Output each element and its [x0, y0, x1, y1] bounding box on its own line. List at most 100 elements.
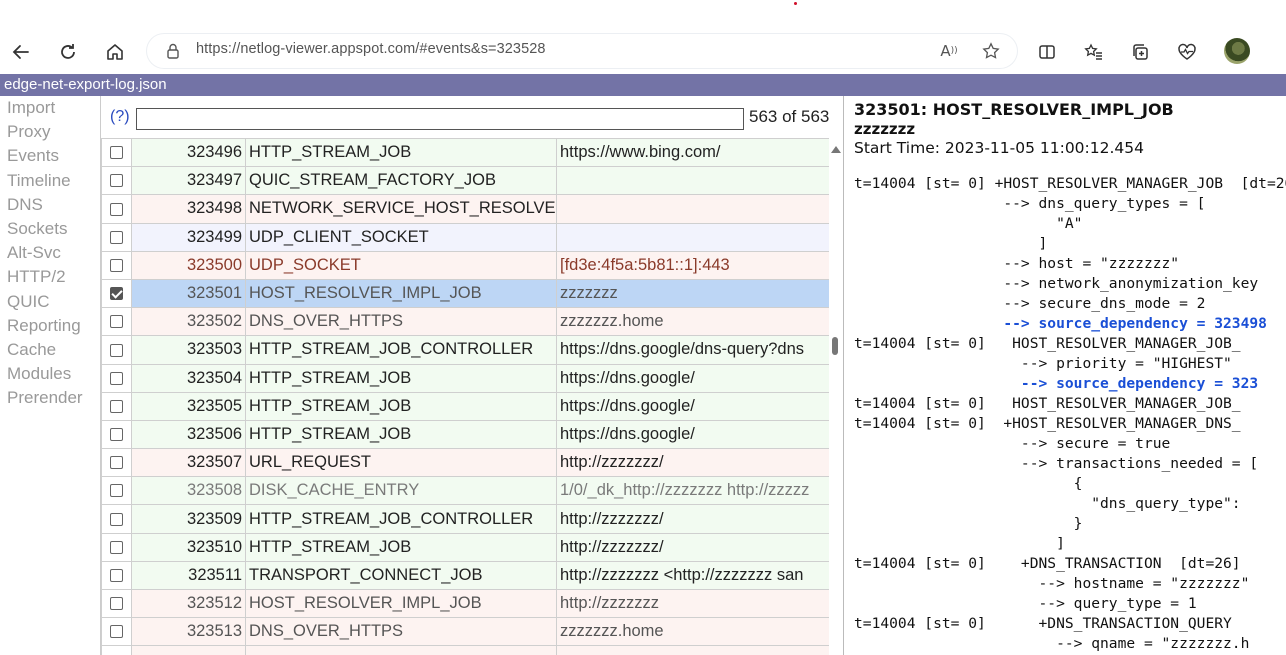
event-id: 323509 — [131, 504, 246, 534]
event-row[interactable]: 323505 HTTP_STREAM_JOB https://dns.google/ — [101, 391, 830, 421]
row-checkbox[interactable] — [110, 371, 123, 385]
event-row[interactable]: 323503 HTTP_STREAM_JOB_CONTROLLER https://… — [101, 335, 830, 365]
split-screen-icon[interactable] — [1031, 36, 1063, 68]
event-type: HTTP_STREAM_JOB_CONTROLLER — [245, 504, 557, 534]
performance-heart-icon[interactable] — [1171, 36, 1203, 68]
row-checkbox[interactable] — [110, 569, 123, 583]
row-checkbox[interactable] — [110, 428, 123, 442]
row-checkbox-cell — [101, 504, 132, 534]
events-list-pane: (?) 563 of 563 323496 HTTP_STREAM_JOB http… — [100, 96, 844, 655]
home-icon[interactable] — [99, 36, 131, 68]
event-row[interactable]: 323510 HTTP_STREAM_JOB http://zzzzzzz/ — [101, 532, 830, 562]
event-description: zzzzzzz — [556, 278, 830, 309]
row-checkbox[interactable] — [110, 315, 123, 329]
details-title: 323501: HOST_RESOLVER_IMPL_JOB — [854, 100, 1174, 119]
event-id: 323499 — [131, 222, 246, 252]
row-checkbox[interactable] — [110, 230, 123, 244]
log-source-link[interactable]: --> source_dependency = 323 — [854, 375, 1258, 392]
log-source-link[interactable]: --> source_dependency = 323498 — [854, 315, 1267, 332]
nav-dns[interactable]: DNS — [0, 193, 100, 217]
event-type — [245, 645, 557, 655]
event-id: 323496 — [131, 137, 246, 168]
event-id: 323500 — [131, 250, 246, 280]
event-id: 323498 — [131, 194, 246, 224]
event-row[interactable]: 323500 UDP_SOCKET [fd3e:4f5a:5b81::1]:443 — [101, 250, 830, 280]
nav-cache[interactable]: Cache — [0, 338, 100, 362]
tab-nav: Import Proxy Events Timeline DNS Sockets… — [0, 96, 100, 655]
row-checkbox-cell — [101, 194, 132, 224]
row-checkbox-cell — [101, 391, 132, 421]
event-id — [131, 645, 246, 655]
lock-icon[interactable] — [164, 42, 182, 60]
row-checkbox-cell — [101, 560, 132, 591]
event-type: DISK_CACHE_ENTRY — [245, 476, 557, 506]
nav-events[interactable]: Events — [0, 144, 100, 168]
scroll-thumb[interactable] — [832, 337, 838, 355]
nav-alt-svc[interactable]: Alt-Svc — [0, 241, 100, 265]
nav-modules[interactable]: Modules — [0, 362, 100, 386]
events-scrollbar[interactable] — [829, 138, 843, 655]
nav-proxy[interactable]: Proxy — [0, 120, 100, 144]
nav-quic[interactable]: QUIC — [0, 290, 100, 314]
row-checkbox[interactable] — [110, 512, 123, 526]
favorites-icon[interactable] — [1078, 36, 1110, 68]
event-row[interactable]: 323513 DNS_OVER_HTTPS zzzzzzz.home — [101, 617, 830, 647]
event-row[interactable]: 323502 DNS_OVER_HTTPS zzzzzzz.home — [101, 307, 830, 337]
event-row[interactable]: 323506 HTTP_STREAM_JOB https://dns.google/ — [101, 419, 830, 450]
event-type: HTTP_STREAM_JOB — [245, 391, 557, 421]
event-row[interactable]: 323497 QUIC_STREAM_FACTORY_JOB — [101, 166, 830, 196]
row-checkbox[interactable] — [110, 456, 123, 470]
row-checkbox[interactable] — [110, 597, 123, 611]
row-checkbox-cell — [101, 617, 132, 647]
event-description: https://www.bing.com/ — [556, 137, 830, 168]
event-description: http://zzzzzzz — [556, 588, 830, 619]
refresh-icon[interactable] — [52, 36, 84, 68]
nav-sockets[interactable]: Sockets — [0, 217, 100, 241]
row-checkbox[interactable] — [110, 202, 123, 216]
row-checkbox[interactable] — [110, 484, 123, 498]
event-id: 323503 — [131, 335, 246, 365]
row-checkbox[interactable] — [110, 258, 123, 272]
favorite-star-icon[interactable] — [980, 40, 1002, 62]
event-row[interactable]: 323508 DISK_CACHE_ENTRY 1/0/_dk_http://zzz… — [101, 476, 830, 506]
collections-icon[interactable] — [1124, 36, 1156, 68]
row-checkbox[interactable] — [110, 625, 123, 639]
event-row[interactable]: 323511 TRANSPORT_CONNECT_JOB http://zzzzzz… — [101, 560, 830, 591]
event-id: 323511 — [131, 560, 246, 591]
event-row[interactable]: 323509 HTTP_STREAM_JOB_CONTROLLER http://z… — [101, 504, 830, 534]
row-checkbox[interactable] — [110, 540, 123, 554]
event-row[interactable]: 323498 NETWORK_SERVICE_HOST_RESOLVER — [101, 194, 830, 224]
profile-avatar[interactable] — [1224, 38, 1250, 64]
nav-http2[interactable]: HTTP/2 — [0, 265, 100, 289]
row-checkbox[interactable] — [110, 174, 123, 188]
row-checkbox-cell — [101, 419, 132, 450]
row-checkbox[interactable] — [110, 146, 123, 160]
url-text[interactable]: https://netlog-viewer.appspot.com/#event… — [196, 41, 546, 57]
event-id: 323510 — [131, 532, 246, 562]
event-type: HOST_RESOLVER_IMPL_JOB — [245, 278, 557, 309]
event-row[interactable]: 323499 UDP_CLIENT_SOCKET — [101, 222, 830, 252]
read-aloud-icon[interactable]: A)) — [938, 40, 960, 62]
event-row[interactable] — [101, 645, 830, 655]
event-row[interactable]: 323512 HOST_RESOLVER_IMPL_JOB http://zzzzz… — [101, 588, 830, 619]
row-checkbox-cell — [101, 222, 132, 252]
row-checkbox-cell — [101, 363, 132, 393]
filter-input[interactable] — [136, 108, 744, 130]
event-row[interactable]: 323504 HTTP_STREAM_JOB https://dns.google/ — [101, 363, 830, 393]
address-bar[interactable]: https://netlog-viewer.appspot.com/#event… — [146, 33, 1018, 69]
nav-reporting[interactable]: Reporting — [0, 314, 100, 338]
nav-import[interactable]: Import — [0, 96, 100, 120]
filter-help-link[interactable]: (?) — [110, 108, 130, 126]
event-row[interactable]: 323507 URL_REQUEST http://zzzzzzz/ — [101, 448, 830, 478]
event-row[interactable]: 323496 HTTP_STREAM_JOB https://www.bing.co… — [101, 137, 830, 168]
event-id: 323501 — [131, 278, 246, 309]
row-checkbox[interactable] — [110, 287, 123, 301]
scroll-up-arrow-icon[interactable] — [831, 146, 841, 153]
row-checkbox[interactable] — [110, 343, 123, 357]
nav-prerender[interactable]: Prerender — [0, 386, 100, 410]
event-row[interactable]: 323501 HOST_RESOLVER_IMPL_JOB zzzzzzz — [101, 278, 830, 309]
row-checkbox[interactable] — [110, 399, 123, 413]
nav-timeline[interactable]: Timeline — [0, 169, 100, 193]
back-icon[interactable] — [5, 36, 37, 68]
event-type: QUIC_STREAM_FACTORY_JOB — [245, 166, 557, 196]
